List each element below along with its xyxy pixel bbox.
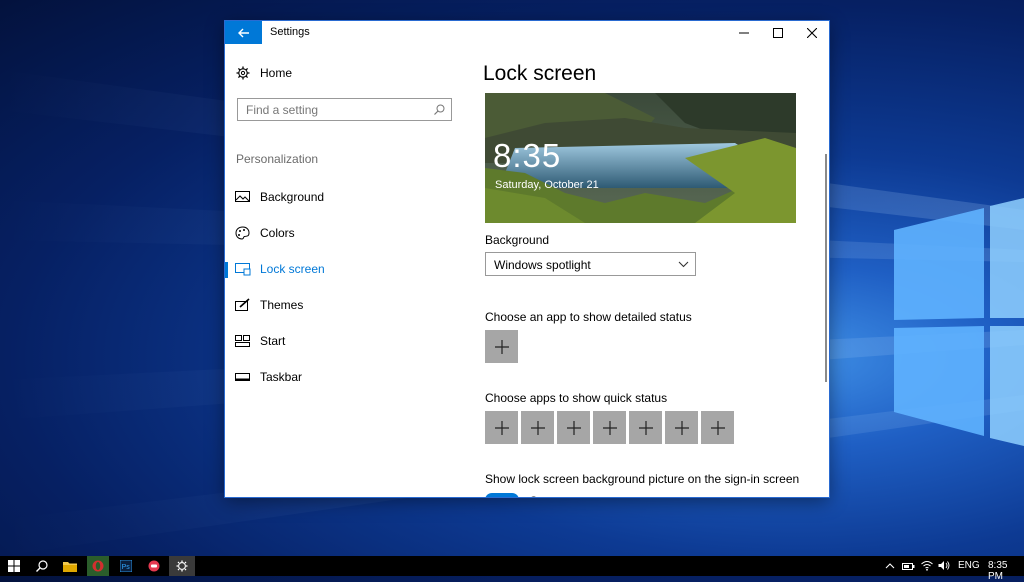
taskbar: Ps ENG 8:35 PM: [0, 556, 1024, 582]
background-label: Background: [485, 233, 550, 247]
taskbar-clock[interactable]: 8:35 PM: [988, 560, 1024, 582]
background-value: Windows spotlight: [494, 258, 591, 272]
quick-status-add-button-7[interactable]: [701, 411, 734, 444]
page-title: Lock screen: [483, 62, 597, 85]
settings-window: Settings Home Find a setting Personaliza…: [225, 21, 829, 497]
battery-icon[interactable]: [902, 561, 915, 571]
wifi-icon[interactable]: [921, 560, 933, 571]
close-button[interactable]: [795, 21, 829, 44]
window-title: Settings: [270, 26, 310, 38]
detailed-status-add-button[interactable]: [485, 330, 518, 363]
toggle-state-label: On: [529, 494, 545, 497]
themes-icon: [235, 298, 250, 311]
signin-background-label: Show lock screen background picture on t…: [485, 472, 800, 486]
settings-icon: [176, 560, 188, 572]
plus-icon: [494, 420, 509, 435]
photoshop-icon: Ps: [120, 560, 132, 572]
sidebar-item-label: Taskbar: [260, 370, 303, 384]
quick-status-add-button-1[interactable]: [485, 411, 518, 444]
detailed-status-label: Choose an app to show detailed status: [485, 310, 692, 324]
show-hidden-icons-icon[interactable]: [885, 561, 895, 571]
title-bar: Settings: [225, 21, 829, 44]
back-button[interactable]: [225, 21, 262, 44]
palette-icon: [235, 226, 250, 240]
plus-icon: [566, 420, 581, 435]
quick-status-add-button-3[interactable]: [557, 411, 590, 444]
chevron-down-icon: [678, 261, 689, 268]
start-button[interactable]: [0, 556, 28, 576]
language-indicator[interactable]: ENG: [958, 560, 980, 571]
plus-icon: [530, 420, 545, 435]
search-icon: [36, 560, 48, 572]
volume-icon[interactable]: [938, 560, 950, 571]
search-placeholder: Find a setting: [246, 103, 319, 117]
opera-icon: [92, 560, 104, 572]
sidebar-item-colors[interactable]: Colors: [225, 218, 465, 248]
plus-icon: [638, 420, 653, 435]
sidebar-item-taskbar[interactable]: Taskbar: [225, 362, 465, 392]
preview-time: 8:35: [493, 137, 562, 174]
plus-icon: [602, 420, 617, 435]
nav-home[interactable]: Home: [236, 66, 292, 80]
sidebar-item-background[interactable]: Background: [225, 182, 465, 212]
plus-icon: [674, 420, 689, 435]
search-box[interactable]: Find a setting: [237, 98, 452, 121]
app-icon: [148, 560, 160, 572]
taskbar-settings[interactable]: [169, 556, 195, 576]
svg-text:Ps: Ps: [122, 564, 131, 571]
quick-status-label: Choose apps to show quick status: [485, 391, 668, 405]
image-icon: [235, 191, 250, 202]
taskbar-photoshop[interactable]: Ps: [115, 556, 137, 576]
taskbar-icon: [235, 373, 250, 381]
maximize-icon: [773, 27, 783, 38]
minimize-button[interactable]: [727, 21, 761, 44]
taskbar-opera[interactable]: [87, 556, 109, 576]
sidebar-item-label: Start: [260, 334, 286, 348]
preview-date: Saturday, October 21: [495, 179, 599, 191]
quick-status-add-button-4[interactable]: [593, 411, 626, 444]
taskbar-search-button[interactable]: [30, 556, 54, 576]
maximize-button[interactable]: [761, 21, 795, 44]
gear-icon: [236, 66, 250, 80]
taskbar-file-explorer[interactable]: [58, 556, 82, 576]
quick-status-add-button-2[interactable]: [521, 411, 554, 444]
background-dropdown[interactable]: Windows spotlight: [485, 252, 696, 276]
lock-screen-preview: 8:35 Saturday, October 21: [485, 93, 796, 223]
back-arrow-icon: [237, 28, 249, 37]
quick-status-add-button-5[interactable]: [629, 411, 662, 444]
windows-logo: [894, 198, 1024, 446]
sidebar-item-label: Lock screen: [260, 262, 325, 276]
search-icon: [434, 104, 445, 115]
start-icon: [235, 335, 250, 347]
active-indicator: [225, 262, 228, 278]
file-explorer-icon: [63, 562, 77, 572]
sidebar-item-label: Colors: [260, 226, 295, 240]
windows-start-icon: [8, 560, 20, 572]
section-label-personalization: Personalization: [236, 152, 319, 166]
sidebar-item-label: Themes: [260, 298, 304, 312]
minimize-icon: [739, 32, 749, 33]
sidebar-item-label: Background: [260, 190, 325, 204]
quick-status-add-button-6[interactable]: [665, 411, 698, 444]
sidebar-item-start[interactable]: Start: [225, 326, 465, 356]
plus-icon: [494, 339, 509, 354]
close-icon: [807, 27, 817, 38]
scrollbar[interactable]: [825, 154, 827, 382]
sidebar-item-lock-screen[interactable]: Lock screen: [225, 254, 465, 284]
plus-icon: [710, 420, 725, 435]
sidebar-item-themes[interactable]: Themes: [225, 290, 465, 320]
home-label: Home: [260, 66, 293, 80]
taskbar-app[interactable]: [143, 556, 165, 576]
signin-background-toggle[interactable]: [485, 493, 519, 497]
lock-screen-icon: [235, 263, 251, 276]
